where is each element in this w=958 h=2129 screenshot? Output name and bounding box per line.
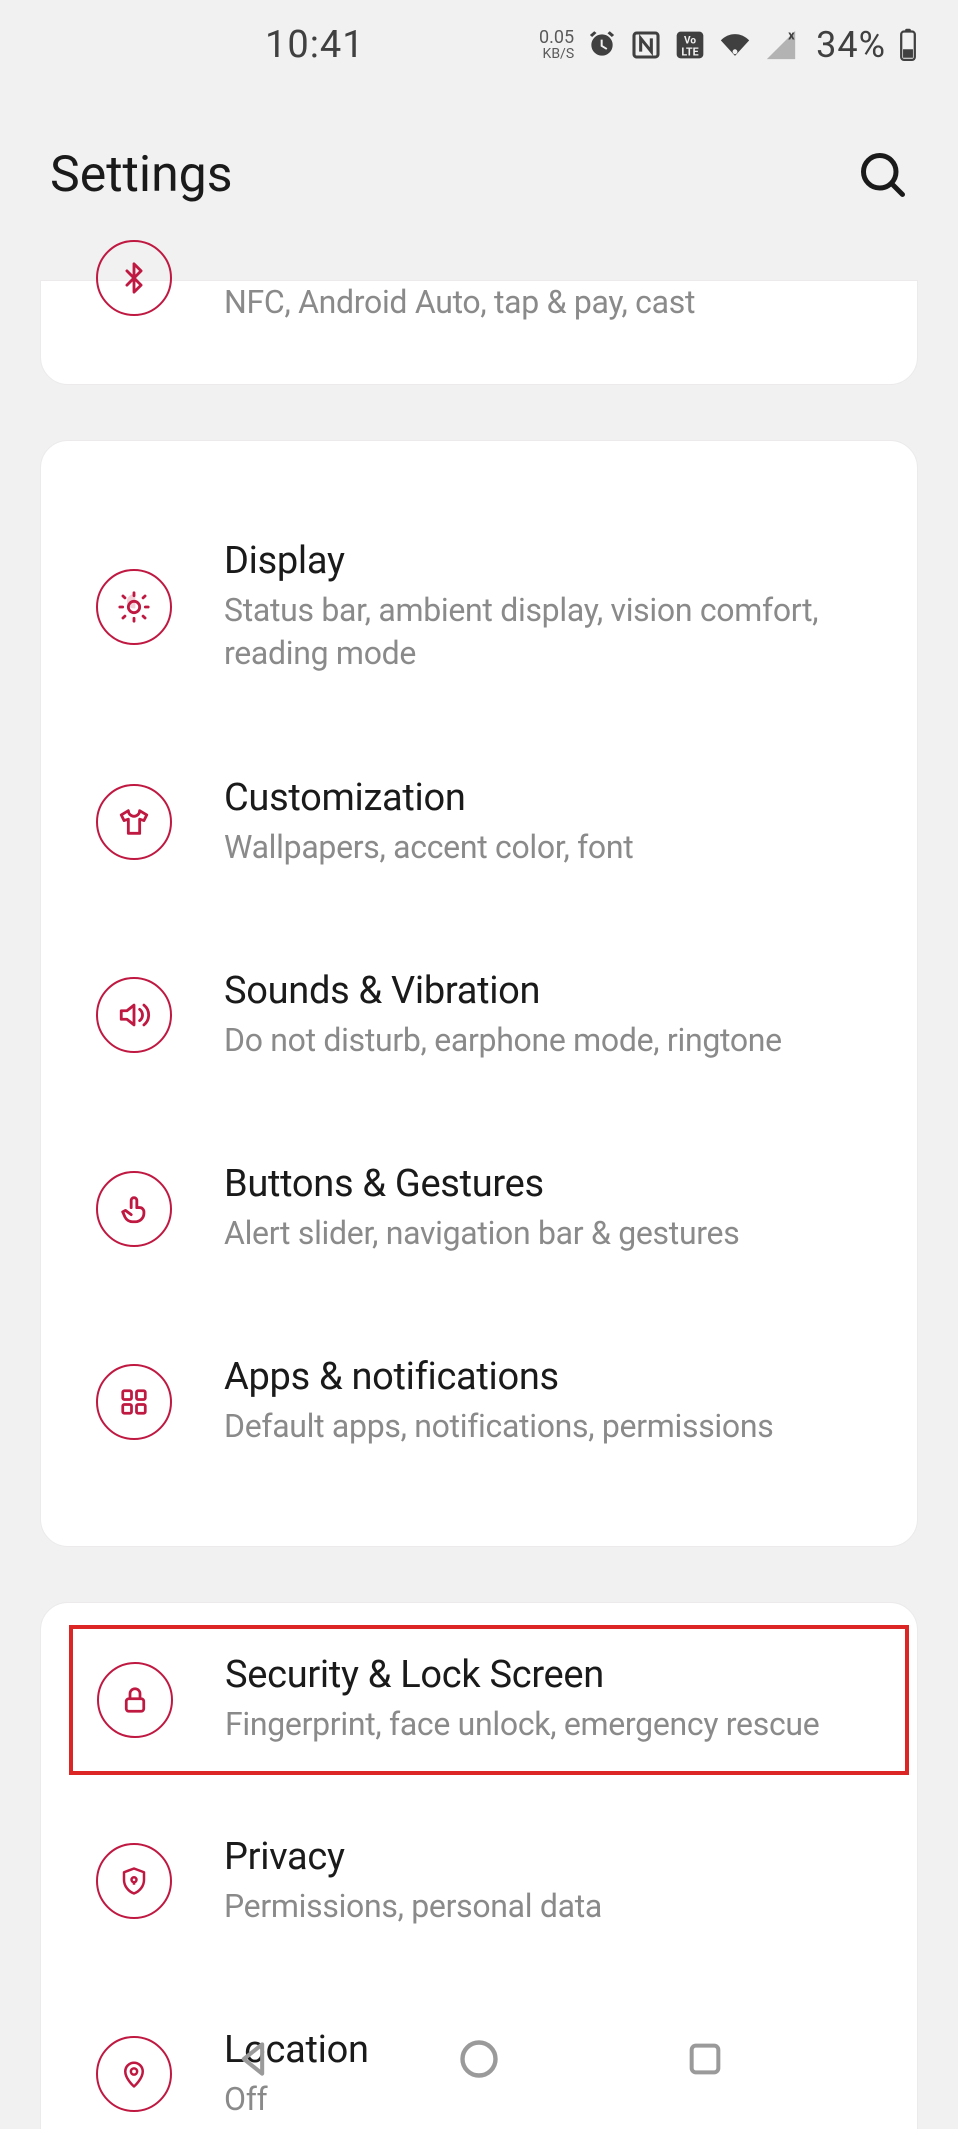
setting-title-buttons: Buttons & Gestures bbox=[224, 1162, 877, 1206]
setting-sub-customization: Wallpapers, accent color, font bbox=[224, 826, 877, 869]
nav-home-button[interactable] bbox=[449, 2029, 509, 2089]
setting-row-connectivity[interactable]: NFC, Android Auto, tap & pay, cast bbox=[41, 281, 917, 354]
shield-icon bbox=[96, 1843, 172, 1919]
setting-row-apps[interactable]: Apps & notifications Default apps, notif… bbox=[41, 1305, 917, 1498]
setting-sub-privacy: Permissions, personal data bbox=[224, 1885, 877, 1928]
bluetooth-icon bbox=[96, 240, 172, 316]
status-data-speed-unit: KB/S bbox=[539, 47, 574, 61]
settings-card-connectivity: NFC, Android Auto, tap & pay, cast bbox=[40, 280, 918, 385]
setting-sub-display: Status bar, ambient display, vision comf… bbox=[224, 589, 877, 675]
setting-title-sounds: Sounds & Vibration bbox=[224, 969, 877, 1013]
setting-sub-connectivity: NFC, Android Auto, tap & pay, cast bbox=[224, 281, 877, 324]
nav-recents-button[interactable] bbox=[675, 2029, 735, 2089]
search-icon bbox=[857, 149, 909, 201]
setting-sub-apps: Default apps, notifications, permissions bbox=[224, 1405, 877, 1448]
setting-title-security: Security & Lock Screen bbox=[225, 1653, 869, 1697]
status-data-speed-value: 0.05 bbox=[539, 29, 574, 47]
brightness-icon bbox=[96, 569, 172, 645]
setting-title-display: Display bbox=[224, 539, 877, 583]
settings-card-display-group: Display Status bar, ambient display, vis… bbox=[40, 440, 918, 1547]
search-button[interactable] bbox=[853, 145, 913, 205]
square-recents-icon bbox=[685, 2039, 725, 2079]
status-icons: 0.05 KB/S VoLTE x 34% bbox=[539, 24, 918, 66]
page-title: Settings bbox=[50, 146, 233, 204]
alarm-icon bbox=[586, 29, 618, 61]
setting-title-customization: Customization bbox=[224, 776, 877, 820]
speaker-icon bbox=[96, 977, 172, 1053]
status-data-speed: 0.05 KB/S bbox=[539, 29, 574, 61]
setting-row-customization[interactable]: Customization Wallpapers, accent color, … bbox=[41, 726, 917, 919]
setting-title-apps: Apps & notifications bbox=[224, 1355, 877, 1399]
setting-sub-sounds: Do not disturb, earphone mode, ringtone bbox=[224, 1019, 877, 1062]
touch-icon bbox=[96, 1171, 172, 1247]
setting-sub-buttons: Alert slider, navigation bar & gestures bbox=[224, 1212, 877, 1255]
triangle-back-icon bbox=[231, 2037, 275, 2081]
wifi-icon bbox=[718, 28, 752, 62]
status-battery-percent: 34% bbox=[816, 24, 886, 66]
svg-text:LTE: LTE bbox=[682, 46, 699, 59]
setting-title-privacy: Privacy bbox=[224, 1835, 877, 1879]
setting-row-sounds[interactable]: Sounds & Vibration Do not disturb, earph… bbox=[41, 919, 917, 1112]
status-time: 10:41 bbox=[265, 23, 365, 67]
circle-home-icon bbox=[457, 2037, 501, 2081]
setting-sub-security: Fingerprint, face unlock, emergency resc… bbox=[225, 1703, 869, 1746]
setting-row-buttons[interactable]: Buttons & Gestures Alert slider, navigat… bbox=[41, 1112, 917, 1305]
settings-screen: 10:41 0.05 KB/S VoLTE x 34% bbox=[0, 0, 958, 2129]
navigation-bar bbox=[0, 2009, 958, 2109]
tshirt-icon bbox=[96, 784, 172, 860]
battery-icon bbox=[898, 28, 918, 62]
apps-grid-icon bbox=[96, 1364, 172, 1440]
setting-row-display[interactable]: Display Status bar, ambient display, vis… bbox=[41, 489, 917, 725]
cellular-icon: x bbox=[764, 28, 798, 62]
setting-row-privacy[interactable]: Privacy Permissions, personal data bbox=[41, 1785, 917, 1978]
lock-icon bbox=[97, 1662, 173, 1738]
svg-text:x: x bbox=[788, 28, 795, 43]
settings-list[interactable]: NFC, Android Auto, tap & pay, cast Displ… bbox=[0, 280, 958, 2129]
status-bar: 10:41 0.05 KB/S VoLTE x 34% bbox=[0, 0, 958, 90]
nav-back-button[interactable] bbox=[223, 2029, 283, 2089]
nfc-icon bbox=[630, 29, 662, 61]
setting-row-security[interactable]: Security & Lock Screen Fingerprint, face… bbox=[69, 1625, 909, 1774]
volte-icon: VoLTE bbox=[674, 29, 706, 61]
